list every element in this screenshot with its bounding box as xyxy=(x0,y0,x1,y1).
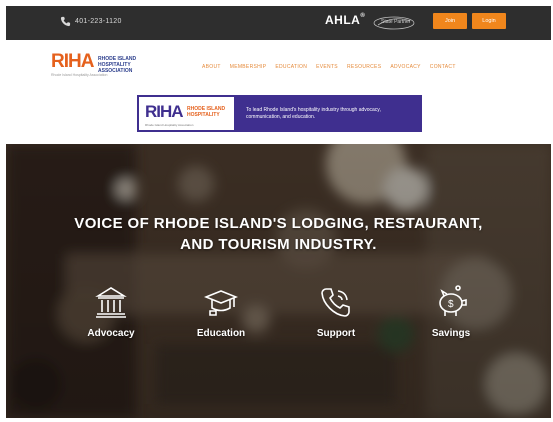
feature-support[interactable]: Support xyxy=(291,285,381,339)
hero-background-image xyxy=(6,144,551,418)
site-logo[interactable]: RIHA RHODE ISLAND HOSPITALITY ASSOCIATION … xyxy=(51,51,147,77)
nav-item-advocacy[interactable]: ADVOCACY xyxy=(390,64,420,70)
phone-number: 401-223-1120 xyxy=(75,18,122,25)
banner-logo-mark: RIHA xyxy=(145,102,184,121)
phone-contact[interactable]: 401-223-1120 xyxy=(60,16,122,27)
nav-item-resources[interactable]: RESOURCES xyxy=(347,64,381,70)
feature-advocacy[interactable]: Advocacy xyxy=(66,285,156,339)
nav-item-membership[interactable]: MEMBERSHIP xyxy=(230,64,267,70)
feature-savings[interactable]: $ Savings xyxy=(406,285,496,339)
feature-label-savings: Savings xyxy=(431,328,471,339)
hero-headline: VOICE OF RHODE ISLAND'S LODGING, RESTAUR… xyxy=(6,213,551,255)
page-frame: 401-223-1120 AHLA® State Partner Join Lo… xyxy=(6,6,551,418)
mission-banner[interactable]: RIHA RHODE ISLAND HOSPITALITY Rhode Islan… xyxy=(137,95,422,132)
nav-item-education[interactable]: EDUCATION xyxy=(275,64,307,70)
feature-education[interactable]: Education xyxy=(176,285,266,339)
main-nav: ABOUT MEMBERSHIP EDUCATION EVENTS RESOUR… xyxy=(202,64,456,70)
main-header: RIHA RHODE ISLAND HOSPITALITY ASSOCIATION … xyxy=(6,40,551,90)
banner-logo-wordmark: RHODE ISLAND HOSPITALITY xyxy=(187,106,225,118)
state-partner-text: State Partner xyxy=(381,19,411,25)
svg-text:$: $ xyxy=(448,299,454,310)
feature-label-support: Support xyxy=(316,328,356,339)
phone-handset-icon xyxy=(321,288,350,317)
graduation-cap-icon xyxy=(204,290,238,316)
banner-logo-caption: Rhode Island Hospitality Association xyxy=(145,123,194,127)
piggy-bank-icon: $ xyxy=(439,285,467,316)
banner-logo: RIHA RHODE ISLAND HOSPITALITY Rhode Islan… xyxy=(139,97,234,130)
hero-headline-line-2: AND TOURISM INDUSTRY. xyxy=(180,236,377,253)
logo-tagline: Rhode Island Hospitality Association xyxy=(51,73,108,77)
feature-label-advocacy: Advocacy xyxy=(87,328,135,339)
feature-label-education: Education xyxy=(196,328,246,339)
logo-wordmark: RHODE ISLAND HOSPITALITY ASSOCIATION xyxy=(98,56,136,74)
phone-icon xyxy=(60,16,71,27)
banner-logo-sub-2: HOSPITALITY xyxy=(187,112,220,118)
ahla-logo-text: AHLA xyxy=(325,13,361,27)
hero-headline-line-1: VOICE OF RHODE ISLAND'S LODGING, RESTAUR… xyxy=(74,215,483,232)
join-button[interactable]: Join xyxy=(433,13,467,29)
top-utility-bar: 401-223-1120 AHLA® State Partner Join Lo… xyxy=(6,6,551,40)
ahla-registered-mark: ® xyxy=(360,13,366,19)
nav-item-about[interactable]: ABOUT xyxy=(202,64,221,70)
ahla-logo[interactable]: AHLA® xyxy=(325,13,365,27)
login-button[interactable]: Login xyxy=(472,13,506,29)
hero-section: VOICE OF RHODE ISLAND'S LODGING, RESTAUR… xyxy=(6,144,551,418)
banner-mission-text: To lead Rhode Island's hospitality indus… xyxy=(246,106,381,120)
logo-mark: RIHA xyxy=(51,51,94,72)
nav-item-events[interactable]: EVENTS xyxy=(316,64,338,70)
capitol-building-icon xyxy=(95,287,127,318)
nav-item-contact[interactable]: CONTACT xyxy=(430,64,456,70)
state-partner-badge: State Partner xyxy=(372,15,416,31)
